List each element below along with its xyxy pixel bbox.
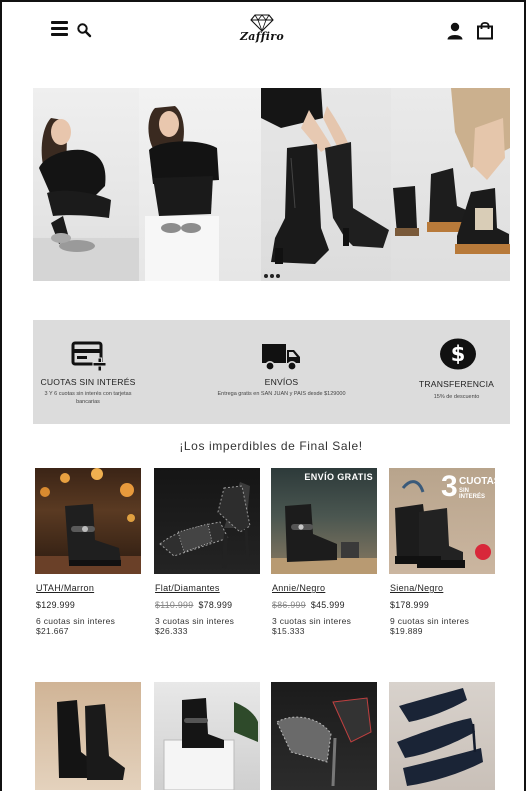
installments-amount: $26.333 bbox=[155, 626, 188, 636]
installments-text: 3 cuotas sin interes bbox=[155, 616, 235, 626]
product-old-price: $110.999 bbox=[155, 600, 194, 610]
installments-amount: $15.333 bbox=[272, 626, 305, 636]
product-image[interactable] bbox=[271, 682, 377, 790]
hero-banner[interactable] bbox=[33, 88, 510, 281]
product-current-price: $178.999 bbox=[390, 600, 430, 610]
brand-logo[interactable]: Zaffiro bbox=[232, 12, 292, 48]
product-installments: 9 cuotas sin interes $19.889 bbox=[390, 616, 469, 636]
product-price: $110.999 $78.999 bbox=[155, 600, 232, 610]
section-title: ¡Los imperdibles de Final Sale! bbox=[179, 439, 363, 453]
product-price: $178.999 bbox=[390, 600, 429, 610]
product-price: $129.999 bbox=[36, 600, 75, 610]
hero-image-1 bbox=[33, 88, 139, 281]
benefit-title: CUOTAS SIN INTERÉS bbox=[40, 377, 136, 387]
installments-amount: $21.667 bbox=[36, 626, 69, 636]
carousel-dot[interactable] bbox=[264, 274, 268, 278]
site-header: Zaffiro bbox=[2, 2, 524, 58]
product-image[interactable]: 3 CUOTAS SIN INTERÉS bbox=[389, 468, 495, 574]
carousel-dot[interactable] bbox=[276, 274, 280, 278]
product-image[interactable] bbox=[35, 682, 141, 790]
promo-badge-sub: SIN INTERÉS bbox=[459, 488, 486, 500]
product-name[interactable]: UTAH/Marron bbox=[36, 583, 94, 593]
dollar-circle-icon: $ bbox=[440, 338, 476, 370]
svg-text:$: $ bbox=[451, 342, 466, 366]
product-installments: 3 cuotas sin interes $26.333 bbox=[155, 616, 234, 636]
page-frame: Zaffiro CUOTAS SIN INTERÉS 3 Y 6 cuotas … bbox=[0, 0, 526, 791]
promo-badge-number: 3 bbox=[441, 470, 458, 503]
product-current-price: $45.999 bbox=[310, 600, 345, 610]
hero-image-3 bbox=[261, 88, 391, 281]
credit-card-plus-icon bbox=[71, 341, 107, 372]
hero-image-4 bbox=[391, 88, 510, 281]
product-image[interactable] bbox=[35, 468, 141, 574]
installments-amount: $19.889 bbox=[390, 626, 423, 636]
installments-text: 9 cuotas sin interes bbox=[390, 616, 470, 626]
benefit-subtitle: 3 Y 6 cuotas sin interés con tarjetas ba… bbox=[44, 391, 132, 405]
benefit-subtitle: Entrega gratis en SAN JUAN y PAIS desde … bbox=[217, 391, 346, 397]
product-old-price: $86.999 bbox=[272, 600, 306, 610]
product-current-price: $129.999 bbox=[36, 600, 76, 610]
hero-image-2 bbox=[139, 88, 261, 281]
truck-icon bbox=[262, 344, 300, 371]
installments-text: 3 cuotas sin interes bbox=[272, 616, 352, 626]
product-name[interactable]: Siena/Negro bbox=[390, 583, 443, 593]
promo-badge-word: CUOTAS bbox=[459, 476, 495, 487]
product-image[interactable]: ENVÍO GRATIS bbox=[271, 468, 377, 574]
carousel-dots bbox=[264, 272, 284, 280]
product-image[interactable] bbox=[154, 682, 260, 790]
product-name[interactable]: Flat/Diamantes bbox=[155, 583, 220, 593]
search-icon[interactable] bbox=[76, 22, 92, 38]
installments-text: 6 cuotas sin interes bbox=[36, 616, 116, 626]
hamburger-menu-icon[interactable] bbox=[51, 21, 69, 39]
brand-name: Zaffiro bbox=[239, 30, 285, 43]
product-image[interactable] bbox=[154, 468, 260, 574]
product-current-price: $78.999 bbox=[198, 600, 233, 610]
benefit-subtitle: 15% de descuento bbox=[433, 394, 480, 400]
benefit-title: TRANSFERENCIA bbox=[418, 379, 495, 389]
benefit-title: ENVÍOS bbox=[264, 377, 299, 387]
product-installments: 3 cuotas sin interes $15.333 bbox=[272, 616, 351, 636]
product-price: $86.999 $45.999 bbox=[272, 600, 345, 610]
benefit-installments: CUOTAS SIN INTERÉS 3 Y 6 cuotas sin inte… bbox=[33, 320, 143, 424]
benefit-shipping: ENVÍOS Entrega gratis en SAN JUAN y PAIS… bbox=[204, 320, 359, 424]
user-icon[interactable] bbox=[446, 22, 464, 40]
benefit-transfer: $ TRANSFERENCIA 15% de descuento bbox=[403, 320, 510, 424]
product-name[interactable]: Annie/Negro bbox=[272, 583, 325, 593]
product-installments: 6 cuotas sin interes $21.667 bbox=[36, 616, 115, 636]
promo-badge: ENVÍO GRATIS bbox=[304, 472, 373, 482]
carousel-dot[interactable] bbox=[270, 274, 274, 278]
product-image[interactable] bbox=[389, 682, 495, 790]
benefits-bar: CUOTAS SIN INTERÉS 3 Y 6 cuotas sin inte… bbox=[33, 320, 510, 424]
shopping-bag-icon[interactable] bbox=[476, 21, 494, 40]
